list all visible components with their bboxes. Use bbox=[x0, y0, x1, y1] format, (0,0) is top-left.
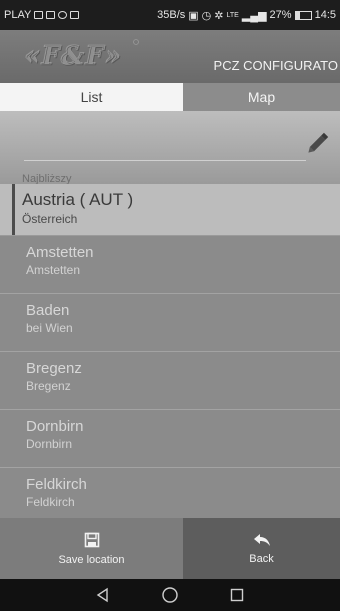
facebook-icon bbox=[58, 11, 68, 19]
location-name: Dornbirn bbox=[26, 418, 84, 435]
nearest-label: Najbliższy bbox=[22, 173, 72, 184]
triangle-back-icon bbox=[97, 587, 109, 603]
reply-arrow-icon bbox=[253, 533, 270, 546]
list-item[interactable]: Bregenz Bregenz bbox=[0, 352, 340, 410]
save-location-label: Save location bbox=[58, 553, 125, 566]
location-subtitle: Amstetten bbox=[26, 263, 81, 277]
alarm-icon: ◷ bbox=[201, 9, 212, 22]
location-subtitle: Bregenz bbox=[26, 379, 71, 393]
location-subtitle: Dornbirn bbox=[26, 437, 73, 451]
silent-icon: ✲ bbox=[214, 9, 224, 22]
back-button[interactable]: Back bbox=[183, 518, 340, 579]
app-title: PCZ CONFIGURATO bbox=[213, 58, 338, 73]
status-left: PLAY bbox=[4, 9, 80, 21]
location-subtitle: Feldkirch bbox=[26, 495, 75, 509]
list-item[interactable]: Dornbirn Dornbirn bbox=[0, 410, 340, 468]
network-type: LTE bbox=[226, 11, 239, 19]
location-name: Amstetten bbox=[26, 244, 94, 261]
signal-icon: ▂▄▆ bbox=[241, 9, 267, 22]
square-recent-icon bbox=[230, 588, 243, 602]
logo-graphic: «F&F» bbox=[24, 39, 139, 71]
country-header[interactable]: Austria ( AUT ) Österreich bbox=[0, 184, 340, 236]
location-list: Austria ( AUT ) Österreich Amstetten Ams… bbox=[0, 184, 340, 518]
tab-bar: List Map bbox=[0, 83, 340, 111]
app-header: «F&F» PCZ CONFIGURATO bbox=[0, 30, 340, 83]
svg-text:«F&F»: «F&F» bbox=[24, 41, 122, 71]
location-name: Feldkirch bbox=[26, 476, 87, 493]
brand-logo: «F&F» bbox=[22, 38, 140, 71]
list-item[interactable]: Baden bei Wien bbox=[0, 294, 340, 352]
battery-icon bbox=[294, 10, 312, 20]
save-location-button[interactable]: Save location bbox=[0, 518, 183, 579]
country-name: Austria ( AUT ) bbox=[22, 190, 134, 209]
country-native-name: Österreich bbox=[22, 212, 78, 226]
nav-recent-button[interactable] bbox=[222, 580, 252, 610]
list-item[interactable]: Feldkirch Feldkirch bbox=[0, 468, 340, 518]
battery-percent: 27% bbox=[269, 9, 292, 21]
nfc-icon: ▣ bbox=[188, 9, 199, 22]
network-speed: 35B/s bbox=[157, 9, 186, 21]
status-bar: PLAY 35B/s ▣ ◷ ✲ LTE ▂▄▆ 27% 14:5 bbox=[0, 0, 340, 30]
action-bar: Save location Back bbox=[0, 518, 340, 579]
back-label: Back bbox=[249, 552, 274, 565]
gallery-icon bbox=[70, 11, 80, 19]
pencil-icon[interactable] bbox=[306, 129, 332, 155]
tab-list[interactable]: List bbox=[0, 83, 183, 111]
status-right: 35B/s ▣ ◷ ✲ LTE ▂▄▆ 27% 14:5 bbox=[157, 9, 336, 22]
system-nav-bar bbox=[0, 579, 340, 611]
circle-home-icon bbox=[162, 587, 178, 603]
message-icon bbox=[34, 11, 44, 19]
tab-map[interactable]: Map bbox=[183, 83, 340, 111]
location-subtitle: bei Wien bbox=[26, 321, 73, 335]
carrier-label: PLAY bbox=[4, 9, 32, 21]
app-screen: PLAY 35B/s ▣ ◷ ✲ LTE ▂▄▆ 27% 14:5 «F&F» … bbox=[0, 0, 340, 611]
clock: 14:5 bbox=[314, 9, 336, 21]
location-name: Bregenz bbox=[26, 360, 82, 377]
floppy-disk-icon bbox=[84, 532, 99, 547]
list-item[interactable]: Amstetten Amstetten bbox=[0, 236, 340, 294]
video-icon bbox=[46, 11, 56, 19]
nav-home-button[interactable] bbox=[155, 580, 185, 610]
search-input[interactable] bbox=[24, 141, 306, 161]
search-area: Najbliższy bbox=[0, 111, 340, 184]
nav-back-button[interactable] bbox=[88, 580, 118, 610]
location-name: Baden bbox=[26, 302, 70, 319]
